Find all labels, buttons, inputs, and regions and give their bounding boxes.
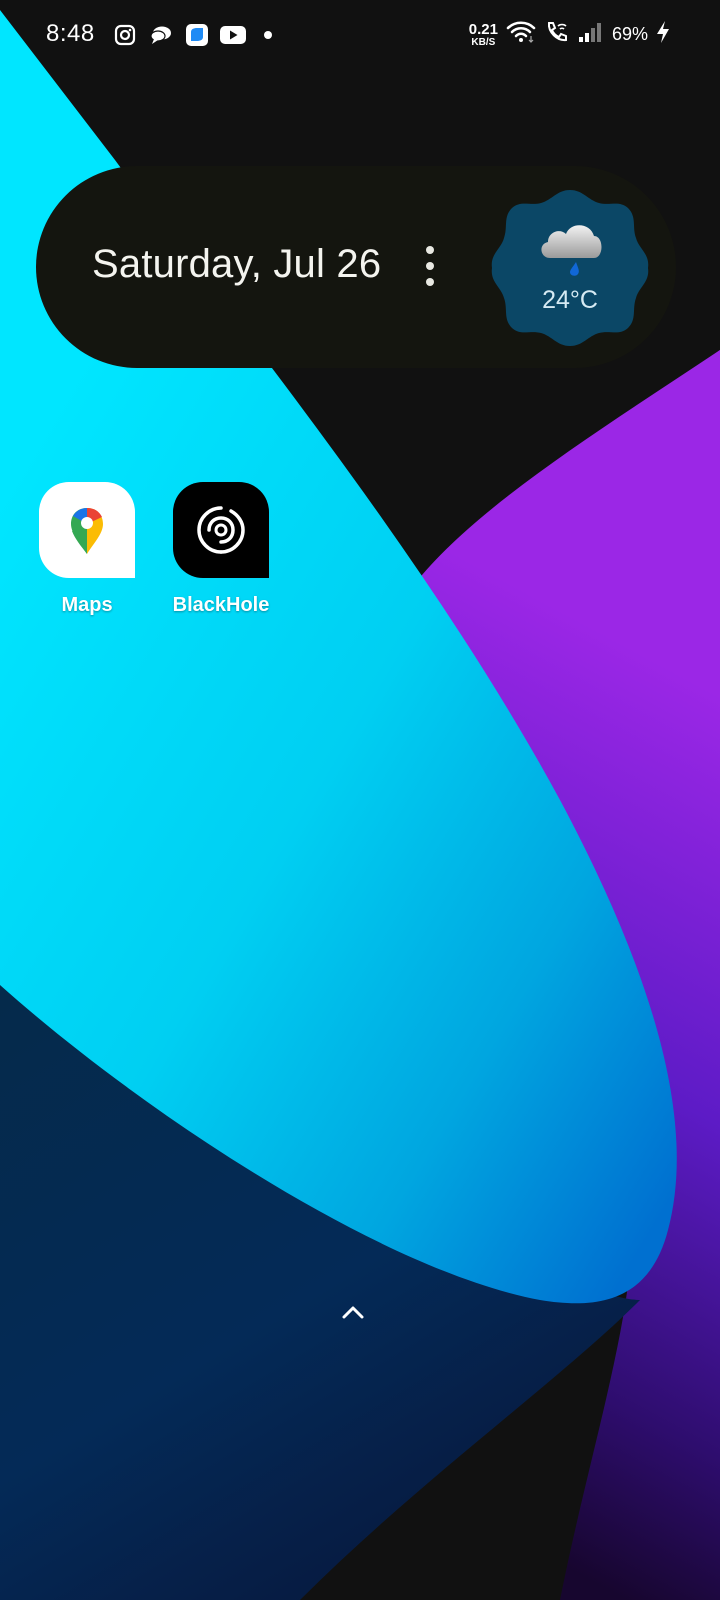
status-bar: 8:48 0.21 KB/S 69% [0,0,720,72]
battery-percent: 69% [611,24,648,44]
app-label-maps[interactable]: Maps [22,594,152,617]
status-time: 8:48 [46,20,95,47]
google-maps-icon[interactable] [39,482,135,578]
cloud-rain-icon [541,225,602,276]
chat-bubbles-icon [148,22,174,48]
blackhole-icon[interactable] [173,482,269,578]
wifi-icon [506,20,536,49]
wifi-calling-icon [544,20,570,49]
chevron-up-icon[interactable] [340,1302,366,1322]
status-right: 0.21 KB/S 69% [469,20,670,49]
weather-temp: 24°C [542,286,598,314]
more-vertical-icon[interactable] [420,246,440,286]
notification-icons [112,22,272,48]
instagram-icon [112,22,138,48]
widget-date[interactable]: Saturday, Jul 26 [92,242,381,287]
charging-bolt-icon [656,20,670,49]
more-notifications-dot [264,31,272,39]
net-speed-value: 0.21 [468,20,498,38]
net-speed-unit: KB/S [471,36,496,48]
weather-badge[interactable]: 24°C [490,188,650,348]
app-label-blackhole[interactable]: BlackHole [156,594,286,617]
app-tile-icon [184,22,210,48]
signal-icon [578,21,604,48]
app-maps[interactable]: Maps [22,482,152,617]
youtube-icon [220,22,246,48]
date-weather-widget[interactable]: Saturday, Jul 26 24°C [36,166,676,368]
home-screen: 8:48 0.21 KB/S 69% Saturday, Jul 26 24°C… [0,0,720,1600]
app-blackhole[interactable]: BlackHole [156,482,286,617]
net-speed: 0.21 KB/S [469,22,498,48]
